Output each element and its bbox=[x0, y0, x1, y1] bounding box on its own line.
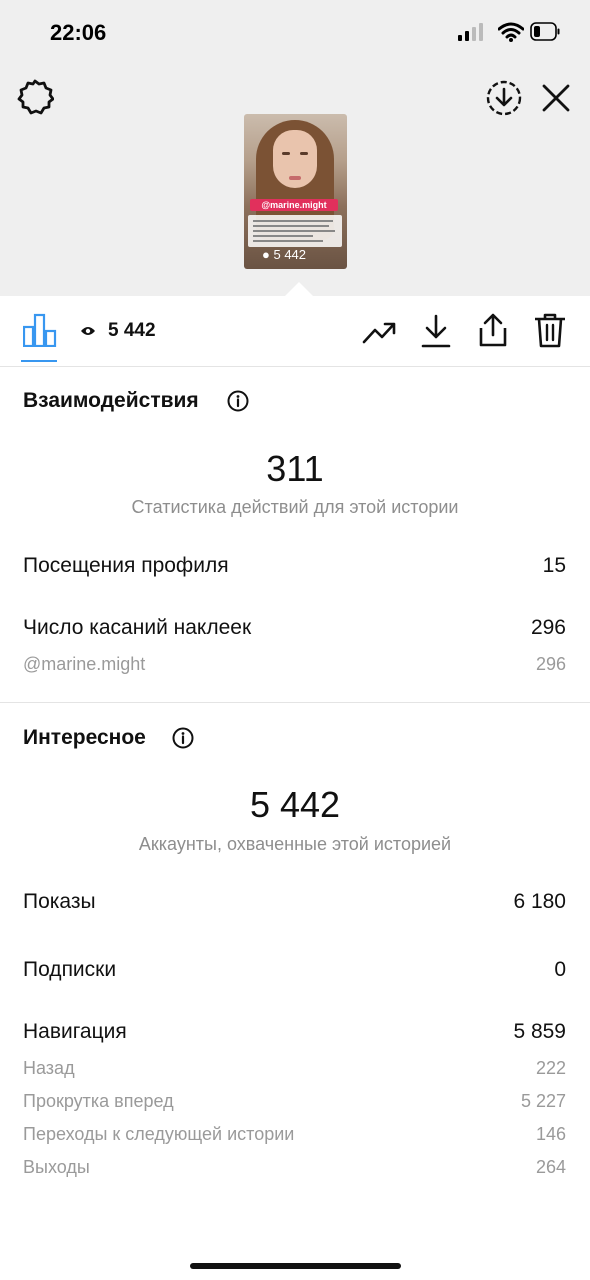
close-icon[interactable] bbox=[540, 82, 572, 114]
sticker-mention-value: 296 bbox=[535, 654, 566, 674]
interactions-total: 311 bbox=[266, 448, 324, 489]
info-icon[interactable] bbox=[227, 390, 249, 412]
navigation-label: Навигация bbox=[23, 1020, 127, 1043]
sticker-taps-value: 296 bbox=[530, 616, 566, 639]
story-views-count: 5 442 bbox=[273, 247, 307, 262]
story-thumbnail[interactable]: @marine.might ● 5 442 bbox=[244, 114, 347, 269]
nav-next-story-value: 146 bbox=[535, 1124, 566, 1144]
story-text-line bbox=[253, 240, 323, 242]
views-count: 5 442 bbox=[108, 320, 156, 341]
impressions-label: Показы bbox=[23, 890, 96, 913]
story-preview-header: 22:06 @marine.might ● 5 442 bbox=[0, 0, 590, 296]
discovery-title: Интересное bbox=[23, 726, 146, 749]
profile-visits-label: Посещения профиля bbox=[23, 554, 229, 577]
interactions-title: Взаимодействия bbox=[23, 389, 199, 412]
wifi-icon bbox=[498, 22, 524, 42]
follows-value: 0 bbox=[554, 958, 566, 981]
story-text-line bbox=[253, 235, 313, 237]
story-thumbnail-eye-right bbox=[300, 152, 308, 155]
trending-icon[interactable] bbox=[362, 316, 396, 348]
nav-forward-value: 5 227 bbox=[520, 1091, 566, 1111]
story-insights-toolbar: 5 442 bbox=[0, 296, 590, 368]
settings-gear-icon[interactable] bbox=[16, 78, 54, 116]
story-thumbnail-lips bbox=[289, 176, 301, 180]
nav-exits-value: 264 bbox=[535, 1157, 566, 1177]
impressions-value: 6 180 bbox=[513, 890, 566, 913]
nav-exits-label: Выходы bbox=[23, 1157, 90, 1177]
story-text-card bbox=[248, 215, 342, 247]
battery-icon bbox=[530, 22, 560, 41]
nav-back-value: 222 bbox=[535, 1058, 566, 1078]
story-mention-sticker: @marine.might bbox=[250, 199, 338, 211]
selected-story-caret bbox=[285, 282, 313, 296]
status-time: 22:06 bbox=[50, 20, 107, 45]
eye-icon bbox=[81, 327, 95, 335]
follows-label: Подписки bbox=[23, 958, 117, 981]
nav-back-label: Назад bbox=[23, 1058, 75, 1078]
reach-caption: Аккаунты, охваченные этой историей bbox=[138, 834, 452, 854]
toolbar-divider bbox=[0, 366, 590, 367]
nav-next-story-label: Переходы к следующей истории bbox=[23, 1124, 295, 1144]
trash-icon[interactable] bbox=[533, 312, 567, 348]
profile-visits-value: 15 bbox=[542, 554, 566, 577]
reach-total: 5 442 bbox=[249, 784, 341, 825]
story-views-overlay: ● 5 442 bbox=[262, 247, 306, 262]
eye-icon: ● bbox=[262, 247, 270, 262]
story-text-line bbox=[253, 230, 335, 232]
interactions-caption: Статистика действий для этой истории bbox=[131, 497, 459, 517]
navigation-value: 5 859 bbox=[513, 1020, 566, 1043]
active-tab-underline bbox=[21, 360, 57, 362]
bar-chart-icon[interactable] bbox=[23, 313, 57, 347]
share-icon[interactable] bbox=[477, 312, 509, 348]
download-circle-icon[interactable] bbox=[485, 79, 523, 117]
download-icon[interactable] bbox=[421, 314, 451, 348]
section-divider bbox=[0, 702, 590, 703]
sticker-taps-label: Число касаний наклеек bbox=[23, 616, 252, 639]
story-thumbnail-eye-left bbox=[282, 152, 290, 155]
info-icon[interactable] bbox=[172, 727, 194, 749]
nav-forward-label: Прокрутка вперед bbox=[23, 1091, 174, 1111]
cellular-signal-icon bbox=[458, 23, 483, 41]
story-text-line bbox=[253, 220, 333, 222]
home-indicator[interactable] bbox=[190, 1263, 401, 1269]
sticker-mention-label: @marine.might bbox=[23, 654, 146, 674]
story-text-line bbox=[253, 225, 329, 227]
